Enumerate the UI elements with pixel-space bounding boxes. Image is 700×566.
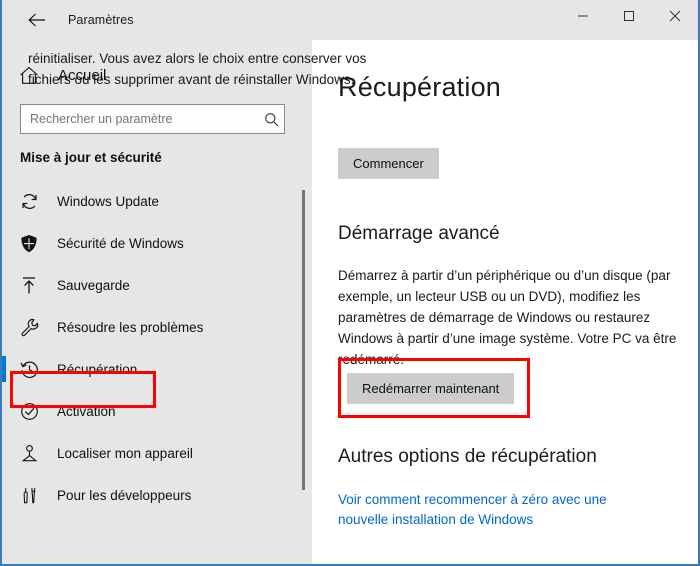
- upload-arrow-icon: [8, 276, 50, 295]
- history-clock-icon: [8, 360, 50, 379]
- sidebar-item-windows-update[interactable]: Windows Update: [2, 180, 302, 222]
- close-button[interactable]: [652, 0, 698, 32]
- search-input[interactable]: [21, 105, 258, 133]
- other-recovery-options-heading: Autres options de récupération: [338, 446, 597, 467]
- wrench-icon: [8, 318, 50, 337]
- maximize-button[interactable]: [606, 0, 652, 32]
- sync-arrows-icon: [8, 192, 50, 211]
- sidebar-item-for-developers[interactable]: Pour les développeurs: [2, 474, 302, 516]
- search-icon[interactable]: [258, 112, 284, 127]
- restart-now-button[interactable]: Redémarrer maintenant: [347, 373, 515, 404]
- sidebar-section-heading: Mise à jour et sécurité: [20, 150, 162, 165]
- sidebar-item-backup[interactable]: Sauvegarde: [2, 264, 302, 306]
- start-reset-button[interactable]: Commencer: [338, 148, 439, 179]
- settings-window: Paramètres Accueil Rechercher un paramèt…: [0, 0, 700, 566]
- shield-icon: [8, 234, 50, 253]
- sidebar-nav-list: Windows Update Sécurité de Windows Sauve…: [2, 180, 302, 516]
- minimize-icon: [578, 15, 588, 17]
- sidebar: Accueil Mise à jour et sécurité: [2, 40, 312, 564]
- search-box[interactable]: [20, 104, 285, 134]
- sidebar-item-label: Sécurité de Windows: [57, 235, 184, 251]
- developer-tools-icon: [8, 486, 50, 505]
- sidebar-item-windows-security[interactable]: Sécurité de Windows: [2, 222, 302, 264]
- sidebar-item-label: Windows Update: [57, 193, 160, 209]
- back-arrow-icon: [28, 13, 45, 27]
- sidebar-item-find-my-device[interactable]: Localiser mon appareil: [2, 432, 302, 474]
- check-circle-icon: [8, 402, 50, 421]
- sidebar-item-troubleshoot[interactable]: Résoudre les problèmes: [2, 306, 302, 348]
- close-icon: [669, 10, 681, 22]
- minimize-button[interactable]: [560, 0, 606, 32]
- back-button[interactable]: [14, 4, 60, 36]
- sidebar-item-activation[interactable]: Activation: [2, 390, 302, 432]
- maximize-icon: [624, 11, 634, 21]
- sidebar-item-label: Récupération: [57, 361, 138, 377]
- sidebar-scrollbar[interactable]: [302, 190, 305, 490]
- locate-device-icon: [8, 444, 50, 463]
- title-bar: Paramètres: [2, 0, 698, 40]
- sidebar-item-label: Pour les développeurs: [57, 487, 192, 503]
- fresh-start-link[interactable]: Voir comment recommencer à zéro avec une…: [338, 490, 658, 530]
- window-controls: [560, 0, 698, 32]
- sidebar-item-label: Localiser mon appareil: [57, 445, 193, 461]
- sidebar-item-label: Activation: [57, 403, 116, 419]
- sidebar-item-label: Sauvegarde: [57, 277, 130, 293]
- sidebar-item-recovery[interactable]: Récupération: [2, 348, 302, 390]
- advanced-startup-description: Démarrez à partir d’un périphérique ou d…: [338, 268, 677, 367]
- window-title: Paramètres: [68, 13, 134, 27]
- sidebar-item-label: Résoudre les problèmes: [57, 319, 204, 335]
- reset-pc-description: réinitialiser. Vous avez alors le choix …: [28, 51, 367, 87]
- advanced-startup-heading: Démarrage avancé: [338, 223, 500, 244]
